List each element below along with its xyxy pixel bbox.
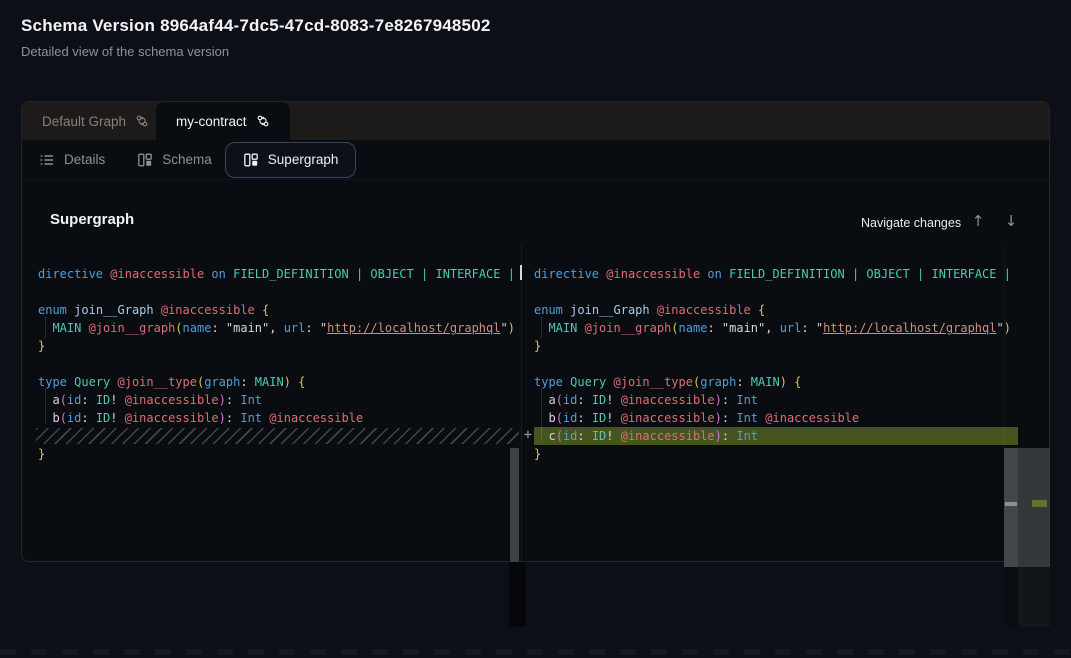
code-line: enum join__Graph @inaccessible { <box>534 301 1051 319</box>
tab-my-contract-label: my-contract <box>176 114 247 129</box>
navigate-down-button[interactable]: ↓ <box>999 209 1023 233</box>
schema-version-page: Schema Version 8964af44-7dc5-47cd-8083-7… <box>0 0 1071 658</box>
navigate-changes-label: Navigate changes <box>861 216 961 230</box>
compare-icon <box>256 114 270 128</box>
code-line: MAIN @join__graph(name: "main", url: "ht… <box>534 319 1051 337</box>
indent-guide <box>541 388 542 442</box>
overview-ruler-marker <box>1005 502 1017 506</box>
minimap-overflow <box>1018 567 1050 627</box>
panel-title: Supergraph <box>50 211 134 228</box>
minimap-added-marker <box>1032 500 1047 507</box>
navigate-up-button[interactable]: ↑ <box>966 209 990 233</box>
tab-default-graph[interactable]: Default Graph <box>22 102 169 140</box>
tab-details-label: Details <box>64 152 105 167</box>
left-pane-scrollbar-thumb[interactable] <box>510 448 519 566</box>
tab-default-graph-label: Default Graph <box>42 114 126 129</box>
overview-ruler-slider[interactable] <box>1004 448 1018 567</box>
code-line: enum join__Graph @inaccessible { <box>38 301 519 319</box>
indent-guide <box>541 316 542 338</box>
code-line: } <box>38 445 519 463</box>
columns-icon <box>137 152 153 168</box>
left-scroll-track-overflow <box>509 562 526 627</box>
code-line: b(id: ID! @inaccessible): Int @inaccessi… <box>38 409 519 427</box>
code-line: } <box>534 337 1051 355</box>
diff-editor: directive @inaccessible on FIELD_DEFINIT… <box>21 245 1050 627</box>
list-icon <box>39 152 55 168</box>
tab-schema-label: Schema <box>162 152 212 167</box>
code-line: type Query @join__type(graph: MAIN) { <box>38 373 519 391</box>
columns-icon <box>243 152 259 168</box>
code-line: type Query @join__type(graph: MAIN) { <box>534 373 1051 391</box>
code-line: } <box>38 337 519 355</box>
code-line: directive @inaccessible on FIELD_DEFINIT… <box>534 265 1051 283</box>
code-line: b(id: ID! @inaccessible): Int @inaccessi… <box>534 409 1051 427</box>
indent-guide <box>45 388 46 424</box>
code-line <box>534 355 1051 373</box>
graph-tab-bar: Default Graph my-contract <box>22 102 1049 140</box>
overview-ruler-overflow <box>1004 567 1018 627</box>
view-tab-bar: Details Schema <box>22 140 1049 180</box>
diff-placeholder-row <box>38 427 519 445</box>
code-line: } <box>534 445 1051 463</box>
code-line: directive @inaccessible on FIELD_DEFINIT… <box>38 265 519 283</box>
bottom-hatch-strip <box>0 649 1071 655</box>
page-title: Schema Version 8964af44-7dc5-47cd-8083-7… <box>21 16 491 36</box>
code-line: a(id: ID! @inaccessible): Int <box>38 391 519 409</box>
code-line: a(id: ID! @inaccessible): Int <box>534 391 1051 409</box>
tab-my-contract[interactable]: my-contract <box>156 102 290 140</box>
compare-icon <box>135 114 149 128</box>
insert-sign: + <box>519 426 537 444</box>
diff-added-line: c(id: ID! @inaccessible): Int <box>534 427 1051 445</box>
code-line <box>534 283 1051 301</box>
code-line <box>38 283 519 301</box>
tab-supergraph[interactable]: Supergraph <box>225 142 357 178</box>
diff-pane-modified[interactable]: directive @inaccessible on FIELD_DEFINIT… <box>523 245 1051 562</box>
tab-details[interactable]: Details <box>39 152 105 168</box>
tab-schema[interactable]: Schema <box>137 152 212 168</box>
page-subtitle: Detailed view of the schema version <box>21 44 229 59</box>
code-line: MAIN @join__graph(name: "main", url: "ht… <box>38 319 519 337</box>
minimap-slider[interactable] <box>1018 448 1050 567</box>
diff-pane-original[interactable]: directive @inaccessible on FIELD_DEFINIT… <box>21 245 519 562</box>
cursor <box>520 265 522 280</box>
indent-guide <box>45 316 46 338</box>
code-line <box>38 355 519 373</box>
tab-supergraph-label: Supergraph <box>268 152 339 167</box>
